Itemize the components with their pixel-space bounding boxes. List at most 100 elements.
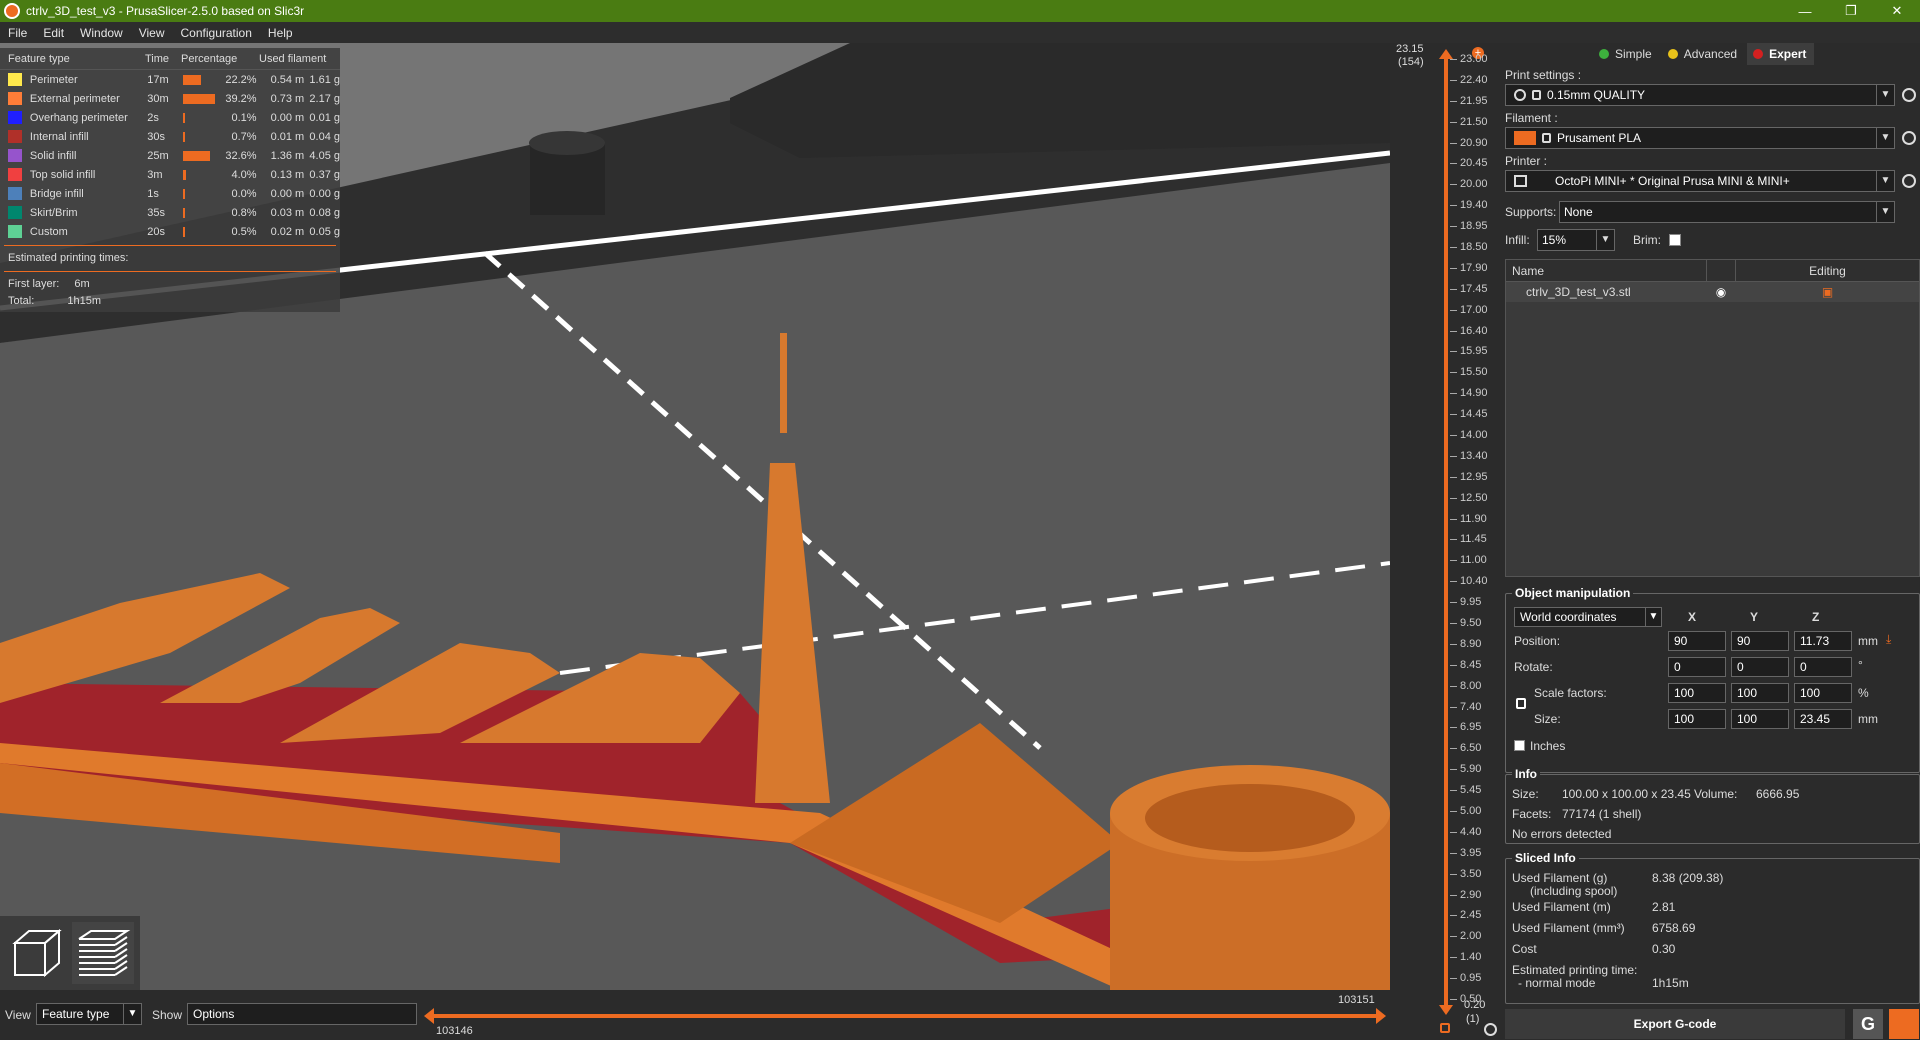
print-settings-edit-icon[interactable]	[1902, 88, 1916, 102]
print-settings-combo[interactable]: 0.15mm QUALITY ▼	[1505, 84, 1895, 106]
show-options-select[interactable]: Options	[187, 1003, 417, 1025]
layer-tick	[1450, 643, 1457, 645]
layer-tick	[1450, 664, 1457, 666]
info-title: Info	[1512, 767, 1540, 781]
layer-tick	[1450, 393, 1457, 395]
send-to-printer-icon[interactable]	[1889, 1009, 1919, 1039]
drop-to-bed-icon[interactable]: ⤓	[1886, 632, 1891, 647]
layer-tick	[1450, 978, 1457, 980]
horizontal-move-slider[interactable]	[424, 1008, 1386, 1024]
layer-tick	[1450, 602, 1457, 604]
layer-tick	[1450, 330, 1457, 332]
size-z-field[interactable]: 23.45	[1794, 709, 1852, 729]
view-type-select[interactable]: Feature type ▼	[36, 1003, 142, 1025]
menu-view[interactable]: View	[131, 26, 173, 40]
size-y-field[interactable]: 100	[1731, 709, 1789, 729]
legend-header: Feature type Time Percentage Used filame…	[0, 48, 340, 70]
menu-window[interactable]: Window	[72, 26, 131, 40]
object-manipulation-title: Object manipulation	[1512, 586, 1634, 600]
legend-percentage: 0.0%	[231, 187, 257, 200]
uniform-scale-lock-icon[interactable]	[1516, 698, 1526, 709]
rotate-y-field[interactable]: 0	[1731, 657, 1789, 677]
menu-configuration[interactable]: Configuration	[173, 26, 260, 40]
layer-slider-track[interactable]	[1444, 55, 1448, 1011]
printer-combo[interactable]: OctoPi MINI+ * Original Prusa MINI & MIN…	[1505, 170, 1895, 192]
layer-tick-label: 12.95	[1460, 470, 1488, 483]
legend-row[interactable]: Bridge infill 1s 0.0% 0.00 m 0.00 g	[0, 184, 340, 203]
close-button[interactable]: ✕	[1874, 0, 1920, 22]
coordinates-select[interactable]: World coordinates ▼	[1514, 607, 1662, 627]
layer-tick	[1450, 100, 1457, 102]
legend-row[interactable]: External perimeter 30m 39.2% 0.73 m 2.17 g	[0, 89, 340, 108]
legend-row[interactable]: Internal infill 30s 0.7% 0.01 m 0.04 g	[0, 127, 340, 146]
export-gcode-button[interactable]: Export G-code	[1505, 1009, 1845, 1039]
rotate-z-field[interactable]: 0	[1794, 657, 1852, 677]
infill-combo[interactable]: 15% ▼	[1537, 229, 1615, 251]
rotate-x-field[interactable]: 0	[1668, 657, 1726, 677]
layer-tick-label: 2.45	[1460, 909, 1482, 922]
brim-checkbox[interactable]	[1669, 234, 1681, 246]
layer-tick	[1450, 957, 1457, 959]
first-layer-time: First layer: 6m	[0, 276, 340, 293]
edit-settings-icon[interactable]: ▣	[1736, 285, 1919, 299]
slider-right-thumb[interactable]	[1376, 1008, 1386, 1024]
size-label: Size:	[1534, 712, 1561, 726]
slider-left-thumb[interactable]	[424, 1008, 434, 1024]
object-row[interactable]: ctrlv_3D_test_v3.stl ◉ ▣	[1506, 282, 1919, 302]
menu-help[interactable]: Help	[260, 26, 301, 40]
3d-view-button[interactable]	[6, 922, 68, 984]
slider-bottom-value: 0.20	[1464, 999, 1486, 1011]
layer-tick-label: 20.45	[1460, 157, 1488, 170]
layer-tick-label: 2.00	[1460, 930, 1482, 943]
legend-used-m: 1.36 m	[270, 149, 305, 162]
slider-bottom-thumb[interactable]	[1439, 1005, 1453, 1015]
cube-icon	[12, 928, 62, 978]
eye-icon[interactable]: ◉	[1706, 285, 1736, 299]
lock-icon	[1542, 133, 1551, 143]
supports-combo[interactable]: None ▼	[1559, 201, 1895, 223]
legend-time: 35s	[147, 206, 165, 219]
scale-unit: %	[1858, 686, 1869, 700]
restore-button[interactable]: ❐	[1828, 0, 1874, 22]
legend-row[interactable]: Custom 20s 0.5% 0.02 m 0.05 g	[0, 222, 340, 241]
lock-icon[interactable]	[1440, 1023, 1450, 1033]
minimize-button[interactable]: —	[1782, 0, 1828, 22]
scale-y-field[interactable]: 100	[1731, 683, 1789, 703]
total-time: Total: 1h15m	[0, 293, 340, 310]
infill-value: 15%	[1542, 233, 1567, 247]
printer-edit-icon[interactable]	[1902, 174, 1916, 188]
z-header: Z	[1812, 610, 1820, 624]
filament-combo[interactable]: Prusament PLA ▼	[1505, 127, 1895, 149]
position-x-field[interactable]: 90	[1668, 631, 1726, 651]
menu-edit[interactable]: Edit	[35, 26, 72, 40]
legend-row[interactable]: Overhang perimeter 2s 0.1% 0.00 m 0.01 g	[0, 108, 340, 127]
legend-percentage-fill	[182, 93, 215, 104]
filament-edit-icon[interactable]	[1902, 131, 1916, 145]
info-volume-value: 6666.95	[1756, 787, 1800, 801]
gcode-viewer-icon[interactable]: G	[1853, 1009, 1883, 1039]
settings-cog-icon[interactable]	[1484, 1023, 1497, 1036]
slider-top-thumb[interactable]	[1439, 49, 1453, 59]
slider-top-value: 23.15	[1396, 43, 1424, 55]
menu-file[interactable]: File	[0, 26, 35, 40]
object-list[interactable]: Name Editing ctrlv_3D_test_v3.stl ◉ ▣	[1505, 259, 1920, 577]
size-x-field[interactable]: 100	[1668, 709, 1726, 729]
layer-slider[interactable]: 23.15 (154) + 23.00 22.40 21.95 21.50 20.90 2…	[1390, 43, 1505, 1040]
legend-row[interactable]: Top solid infill 3m 4.0% 0.13 m 0.37 g	[0, 165, 340, 184]
sliced-row-sub: - normal mode	[1518, 976, 1596, 990]
mode-advanced[interactable]: Advanced	[1662, 43, 1745, 65]
legend-row[interactable]: Perimeter 17m 22.2% 0.54 m 1.61 g	[0, 70, 340, 89]
scale-z-field[interactable]: 100	[1794, 683, 1852, 703]
inches-label: Inches	[1530, 739, 1566, 753]
position-z-field[interactable]: 11.73	[1794, 631, 1852, 651]
preview-button[interactable]	[72, 922, 134, 984]
view-label: View	[5, 1008, 31, 1022]
legend-row[interactable]: Solid infill 25m 32.6% 1.36 m 4.05 g	[0, 146, 340, 165]
position-y-field[interactable]: 90	[1731, 631, 1789, 651]
feature-type-legend: Feature type Time Percentage Used filame…	[0, 48, 340, 312]
legend-row[interactable]: Skirt/Brim 35s 0.8% 0.03 m 0.08 g	[0, 203, 340, 222]
mode-expert[interactable]: Expert	[1747, 43, 1815, 65]
scale-x-field[interactable]: 100	[1668, 683, 1726, 703]
inches-checkbox[interactable]	[1514, 740, 1525, 751]
mode-simple[interactable]: Simple	[1593, 43, 1660, 65]
